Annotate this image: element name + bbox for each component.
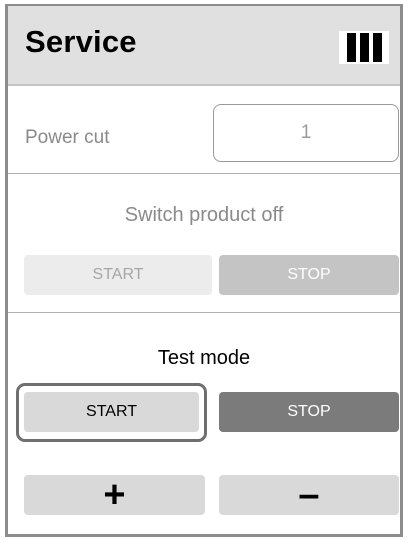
decrease-button[interactable]: – <box>219 474 399 516</box>
switch-off-start-button[interactable]: START <box>24 255 212 295</box>
increase-button[interactable]: + <box>24 474 205 516</box>
switch-off-title: Switch product off <box>124 204 284 226</box>
signal-bars-icon <box>339 31 389 64</box>
test-mode-stop-button[interactable]: STOP <box>219 392 399 432</box>
test-mode-title: Test mode <box>157 347 251 369</box>
page-title: Service <box>25 24 137 59</box>
power-cut-value: 1 <box>300 122 312 143</box>
test-mode-start-button[interactable]: START <box>24 392 199 432</box>
header-bar: Service <box>8 6 400 86</box>
divider <box>8 312 400 313</box>
divider <box>8 173 400 174</box>
power-cut-value-field[interactable]: 1 <box>213 104 399 162</box>
service-panel: Service Power cut 1 Switch product off S… <box>5 4 403 537</box>
switch-off-stop-button[interactable]: STOP <box>219 255 399 295</box>
power-cut-label: Power cut <box>25 127 110 148</box>
